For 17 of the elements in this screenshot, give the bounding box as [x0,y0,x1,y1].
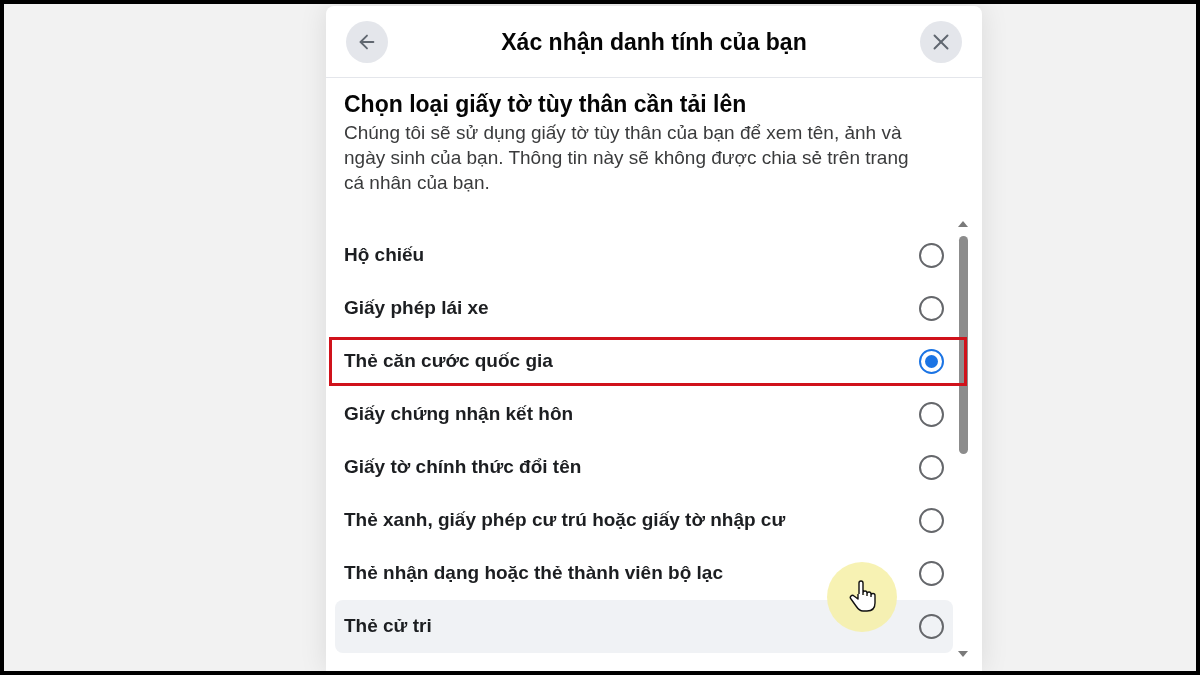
document-option[interactable]: Thẻ cử tri [335,600,953,653]
section-heading: Chọn loại giấy tờ tùy thân cần tải lên [344,90,748,118]
document-option[interactable]: Hộ chiếu [335,229,953,282]
back-button[interactable] [346,20,388,63]
document-option[interactable]: Thẻ xanh, giấy phép cư trú hoặc giấy tờ nhập cư [335,494,953,547]
scroll-down-icon[interactable] [958,651,968,657]
hand-cursor-icon [827,562,897,632]
section-description: Chúng tôi sẽ sử dụng giấy tờ tùy thân của bạn để xem tên, ảnh và ngày sinh của bạn. Thông tin này sẽ không được chia sẻ trên trang cá nhân của bạn. [344,121,910,195]
document-option[interactable]: Giấy chứng nhận kết hôn [335,388,953,441]
document-option[interactable]: Giấy tờ chính thức đổi tên [335,441,953,494]
scrollbar-thumb[interactable] [958,236,968,454]
document-option[interactable]: Thẻ nhận dạng hoặc thẻ thành viên bộ lạc [335,547,953,600]
dialog-title: Xác nhận danh tính của bạn [501,27,807,56]
scroll-up-icon[interactable] [958,221,968,227]
document-option[interactable]: Thẻ căn cước quốc gia [335,335,953,388]
document-option[interactable]: Giấy phép lái xe [335,282,953,335]
close-button[interactable] [920,20,962,63]
